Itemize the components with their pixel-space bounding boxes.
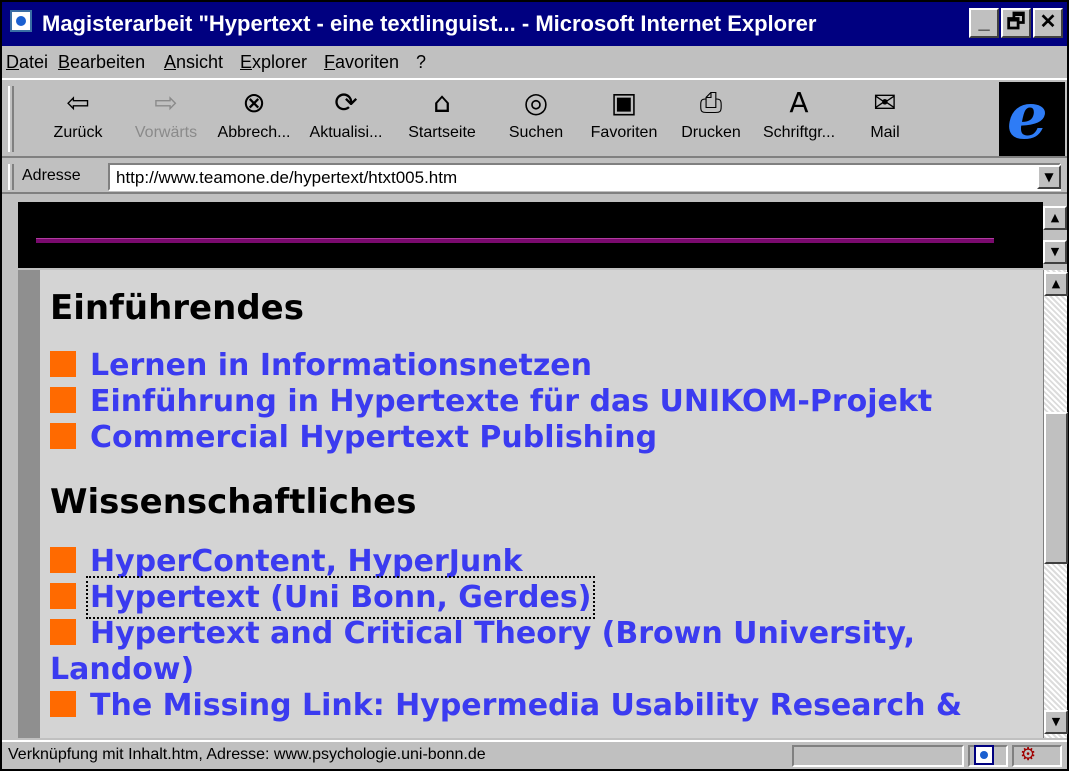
address-dropdown-button[interactable]: ▼ — [1037, 165, 1061, 189]
menu-ansicht[interactable]: Ansicht — [164, 52, 223, 73]
window-controls: _ 🗗 ✕ — [969, 8, 1063, 38]
toolbar-grip[interactable] — [8, 86, 14, 152]
favorites-icon: ▣ — [610, 86, 638, 119]
main-vertical-scrollbar[interactable]: ▲ ▼ — [1043, 270, 1068, 738]
link-missing-link[interactable]: The Missing Link: Hypermedia Usability R… — [50, 688, 962, 723]
top-frame-scroll-up[interactable]: ▲ — [1043, 206, 1067, 230]
link-einfuehrung-hypertexte[interactable]: Einführung in Hypertexte für das UNIKOM-… — [50, 384, 932, 419]
menu-bar: Datei Bearbeiten Ansicht Explorer Favori… — [2, 48, 1067, 76]
link-critical-theory[interactable]: Hypertext and Critical Theory (Brown Uni… — [50, 616, 915, 651]
stop-button[interactable]: ⊗ Abbrech... — [212, 86, 296, 154]
search-icon: ◎ — [523, 86, 549, 119]
divider-line — [36, 238, 994, 243]
security-zone-icon — [974, 745, 994, 765]
browser-window: Magisterarbeit "Hypertext - eine textlin… — [0, 0, 1069, 771]
search-button[interactable]: ◎ Suchen — [496, 86, 576, 154]
bullet — [50, 387, 76, 413]
link-lernen[interactable]: Lernen in Informationsnetzen — [50, 348, 592, 383]
link-hypertext-bonn[interactable]: Hypertext (Uni Bonn, Gerdes) — [50, 576, 596, 619]
refresh-button[interactable]: ⟳ Aktualisi... — [302, 86, 390, 154]
toolbar: ⇦ Zurück ⇨ Vorwärts ⊗ Abbrech... ⟳ Aktua… — [2, 78, 1067, 158]
forward-button: ⇨ Vorwärts — [134, 86, 198, 141]
ie-logo: e — [999, 82, 1065, 156]
font-size-button[interactable]: A Schriftgr... — [754, 86, 844, 154]
menu-help[interactable]: ? — [416, 52, 426, 73]
top-frame-scroll-down[interactable]: ▼ — [1043, 240, 1067, 264]
link-hypercontent[interactable]: HyperContent, HyperJunk — [50, 544, 523, 579]
top-frame-scrollbar[interactable]: ▲ ▼ — [1043, 202, 1067, 268]
bullet — [50, 619, 76, 645]
status-text: Verknüpfung mit Inhalt.htm, Adresse: www… — [8, 746, 486, 763]
mail-icon: ✉ — [873, 86, 897, 119]
scroll-up-button[interactable]: ▲ — [1044, 272, 1068, 296]
address-bar: Adresse http://www.teamone.de/hypertext/… — [2, 160, 1067, 194]
title-bar[interactable]: Magisterarbeit "Hypertext - eine textlin… — [2, 2, 1067, 46]
close-button[interactable]: ✕ — [1033, 8, 1063, 38]
link-commercial-hypertext[interactable]: Commercial Hypertext Publishing — [50, 420, 657, 455]
page-content: Einführendes Lernen in Informationsnetze… — [48, 270, 1028, 738]
stop-icon: ⊗ — [242, 86, 266, 119]
home-icon: ⌂ — [433, 86, 451, 119]
bullet — [50, 351, 76, 377]
scroll-thumb[interactable] — [1044, 412, 1068, 564]
menu-favoriten[interactable]: Favoriten — [324, 52, 399, 73]
back-arrow-icon: ⇦ — [66, 86, 90, 119]
bullet — [50, 583, 76, 609]
print-icon: ⎙ — [699, 86, 723, 119]
ie-logo-icon: e — [1007, 79, 1048, 154]
font-icon: A — [789, 86, 809, 119]
restore-button[interactable]: 🗗 — [1001, 8, 1031, 38]
back-button[interactable]: ⇦ Zurück — [38, 86, 118, 154]
address-input[interactable]: http://www.teamone.de/hypertext/htxt005.… — [108, 163, 1061, 191]
menu-datei[interactable]: Datei — [6, 52, 48, 73]
window-title: Magisterarbeit "Hypertext - eine textlin… — [42, 11, 817, 36]
bullet — [50, 691, 76, 717]
address-label: Adresse — [22, 167, 81, 184]
menu-bearbeiten[interactable]: Bearbeiten — [58, 52, 145, 73]
minimize-button[interactable]: _ — [969, 8, 999, 38]
main-frame: Einführendes Lernen in Informationsnetze… — [18, 270, 1068, 738]
link-critical-theory-cont[interactable]: Landow) — [50, 652, 194, 687]
mail-button[interactable]: ✉ Mail — [852, 86, 918, 154]
status-bar: Verknüpfung mit Inhalt.htm, Adresse: www… — [2, 740, 1067, 769]
bullet — [50, 547, 76, 573]
heading-wissenschaftliches: Wissenschaftliches — [50, 482, 417, 522]
favorites-button[interactable]: ▣ Favoriten — [582, 86, 666, 154]
frame-left-border — [18, 270, 40, 738]
status-pane — [792, 745, 964, 767]
network-icon: ⚙ — [1020, 744, 1037, 765]
heading-einfuehrendes: Einführendes — [50, 288, 304, 328]
address-grip[interactable] — [8, 164, 14, 190]
scroll-down-button[interactable]: ▼ — [1044, 710, 1068, 734]
forward-arrow-icon: ⇨ — [154, 86, 178, 119]
bullet — [50, 423, 76, 449]
print-button[interactable]: ⎙ Drucken — [670, 86, 752, 154]
home-button[interactable]: ⌂ Startseite — [400, 86, 484, 154]
ie-app-icon[interactable] — [10, 10, 32, 32]
top-frame: ▲ ▼ — [18, 202, 1067, 268]
refresh-icon: ⟳ — [334, 86, 358, 119]
menu-explorer[interactable]: Explorer — [240, 52, 307, 73]
